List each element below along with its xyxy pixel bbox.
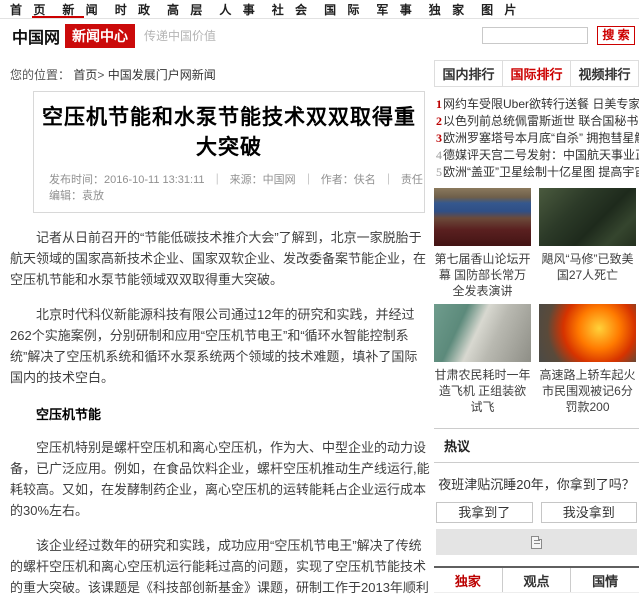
top-nav: 首 页 新 闻 时 政 高 层 人 事 社 会 国 际 军 事 独 家 图 片 <box>0 0 639 19</box>
nav-item-news[interactable]: 新 闻 <box>62 1 101 18</box>
article-paragraph: 北京时代科仪新能源科技有限公司通过12年的研究和实践，并经过262个实施案例，分… <box>10 304 430 388</box>
photo-caption: 第七届香山论坛开幕 国防部长常万全发表演讲 <box>434 251 531 299</box>
vote-no-button[interactable]: 我没拿到 <box>541 502 638 523</box>
sidebar: 国内排行 国际排行 视频排行 1网约车受限Uber欲转行送餐 日美专家看好其前景… <box>434 52 639 596</box>
document-icon <box>531 536 542 549</box>
rank-tabs: 国内排行 国际排行 视频排行 <box>434 60 639 87</box>
article-source: 来源：中国网 <box>230 174 296 186</box>
photo-news-item[interactable]: 甘肃农民耗时一年造飞机 正组装欲试飞 <box>434 304 531 415</box>
photo-forum-image <box>434 188 531 246</box>
article-paragraph: 记者从日前召开的“节能低碳技术推介大会”了解到，北京一家脱胎于航天领域的国家高新… <box>10 227 430 290</box>
channel-badge[interactable]: 新闻中心 <box>65 24 135 48</box>
nav-item-world[interactable]: 国 际 <box>324 1 363 18</box>
bottom-tabs: 独家 观点 国情 <box>434 566 639 593</box>
site-logo[interactable]: 中国网 <box>12 24 60 48</box>
tab-international-rank[interactable]: 国际排行 <box>502 61 570 86</box>
photo-news-item[interactable]: 高速路上轿车起火 市民围观被记6分罚款200 <box>539 304 636 415</box>
nav-item-top-level[interactable]: 高 层 <box>167 1 206 18</box>
article-column: 您的位置： 首页> 中国发展门户网新闻 空压机节能和水泵节能技术双双取得重大突破… <box>10 52 430 596</box>
breadcrumb-section-link[interactable]: 中国发展门户网新闻 <box>108 68 216 82</box>
rank-number: 2 <box>436 114 442 128</box>
photo-caption: 甘肃农民耗时一年造飞机 正组装欲试飞 <box>434 367 531 415</box>
breadcrumb-separator: > <box>97 68 104 82</box>
vote-result-bar[interactable] <box>436 529 637 555</box>
rank-list-item[interactable]: 2以色列前总统佩雷斯逝世 联合国秘书长高度评价其 <box>436 113 639 130</box>
photo-caption: 高速路上轿车起火 市民围观被记6分罚款200 <box>539 367 636 415</box>
nav-item-personnel[interactable]: 人 事 <box>219 1 258 18</box>
meta-separator: ｜ <box>383 174 394 186</box>
rank-list-item[interactable]: 5欧洲“盖亚”卫星绘制十亿星图 提高宇宙地图“分辨 <box>436 164 639 181</box>
content: 您的位置： 首页> 中国发展门户网新闻 空压机节能和水泵节能技术双双取得重大突破… <box>0 52 639 596</box>
vote-yes-button[interactable]: 我拿到了 <box>436 502 533 523</box>
photo-plane-image <box>434 304 531 362</box>
photo-news-item[interactable]: 第七届香山论坛开幕 国防部长常万全发表演讲 <box>434 188 531 299</box>
rank-item-title: 德媒评天宫二号发射：中国航天事业正走向全盛阶段 <box>443 148 639 162</box>
photo-news-grid: 第七届香山论坛开幕 国防部长常万全发表演讲 飓风“马修”已致美国27人死亡 甘肃… <box>434 188 639 420</box>
rank-list: 1网约车受限Uber欲转行送餐 日美专家看好其前景 2以色列前总统佩雷斯逝世 联… <box>436 96 639 181</box>
nav-item-exclusive[interactable]: 独 家 <box>429 1 468 18</box>
photo-news-item[interactable]: 飓风“马修”已致美国27人死亡 <box>539 188 636 299</box>
rank-list-item[interactable]: 3欧洲罗塞塔号本月底“自杀” 拥抱彗星解密内外结 <box>436 130 639 147</box>
rank-item-title: 以色列前总统佩雷斯逝世 联合国秘书长高度评价其 <box>443 114 639 128</box>
article-paragraph: 该企业经过数年的研究和实践，成功应用“空压机节电王”解决了传统的螺杆空压机和离心… <box>10 535 430 596</box>
nav-item-pictures[interactable]: 图 片 <box>481 1 520 18</box>
masthead: 中国网 新闻中心 传递中国价值 搜 索 <box>0 19 639 52</box>
nav-active-underline <box>32 16 84 18</box>
nav-item-military[interactable]: 军 事 <box>376 1 415 18</box>
rank-number: 3 <box>436 131 442 145</box>
rank-number: 5 <box>436 165 442 179</box>
nav-item-society[interactable]: 社 会 <box>272 1 311 18</box>
tab-domestic-rank[interactable]: 国内排行 <box>435 61 502 86</box>
search-area: 搜 索 <box>482 26 635 45</box>
hot-topic-question: 夜班津贴沉睡20年，你拿到了吗？ <box>434 474 639 493</box>
tab-opinion[interactable]: 观点 <box>502 568 571 592</box>
search-input[interactable] <box>482 27 588 44</box>
rank-list-item[interactable]: 1网约车受限Uber欲转行送餐 日美专家看好其前景 <box>436 96 639 113</box>
tab-national[interactable]: 国情 <box>570 568 639 592</box>
photo-car-fire-image <box>539 304 636 362</box>
article-subheading: 空压机节能 <box>10 404 430 423</box>
page-title: 空压机节能和水泵节能技术双双取得重大突破 <box>34 92 424 163</box>
rank-list-item[interactable]: 4德媒评天宫二号发射：中国航天事业正走向全盛阶段 <box>436 147 639 164</box>
rank-number: 4 <box>436 148 442 162</box>
article-paragraph: 空压机特别是螺杆空压机和离心空压机，作为大、中型企业的动力设备，已广泛应用。例如… <box>10 437 430 521</box>
article-title-box: 空压机节能和水泵节能技术双双取得重大突破 发布时间：2016-10-11 13:… <box>33 91 425 213</box>
nav-item-home[interactable]: 首 页 <box>10 1 49 18</box>
search-button[interactable]: 搜 索 <box>597 26 635 45</box>
breadcrumb: 您的位置： 首页> 中国发展门户网新闻 <box>10 66 430 83</box>
breadcrumb-home-link[interactable]: 首页 <box>73 68 97 82</box>
rank-item-title: 欧洲罗塞塔号本月底“自杀” 拥抱彗星解密内外结 <box>443 131 639 145</box>
breadcrumb-prefix: 您的位置： <box>10 68 70 82</box>
photo-hurricane-image <box>539 188 636 246</box>
publish-time: 发布时间：2016-10-11 13:31:11 <box>49 174 205 186</box>
hot-topic-title: 热议 <box>434 429 639 463</box>
photo-caption: 飓风“马修”已致美国27人死亡 <box>539 251 636 283</box>
rank-number: 1 <box>436 97 442 111</box>
article-author: 作者：伕名 <box>321 174 376 186</box>
tab-video-rank[interactable]: 视频排行 <box>570 61 638 86</box>
meta-separator: ｜ <box>212 174 223 186</box>
rank-item-title: 欧洲“盖亚”卫星绘制十亿星图 提高宇宙地图“分辨 <box>443 165 639 179</box>
rank-item-title: 网约车受限Uber欲转行送餐 日美专家看好其前景 <box>443 97 639 111</box>
meta-separator: ｜ <box>303 174 314 186</box>
site-slogan: 传递中国价值 <box>144 27 216 44</box>
vote-buttons: 我拿到了 我没拿到 <box>436 502 637 523</box>
tab-exclusive[interactable]: 独家 <box>434 568 502 592</box>
nav-item-politics[interactable]: 时 政 <box>115 1 154 18</box>
article-meta: 发布时间：2016-10-11 13:31:11 ｜ 来源：中国网 ｜ 作者：伕… <box>34 163 424 212</box>
